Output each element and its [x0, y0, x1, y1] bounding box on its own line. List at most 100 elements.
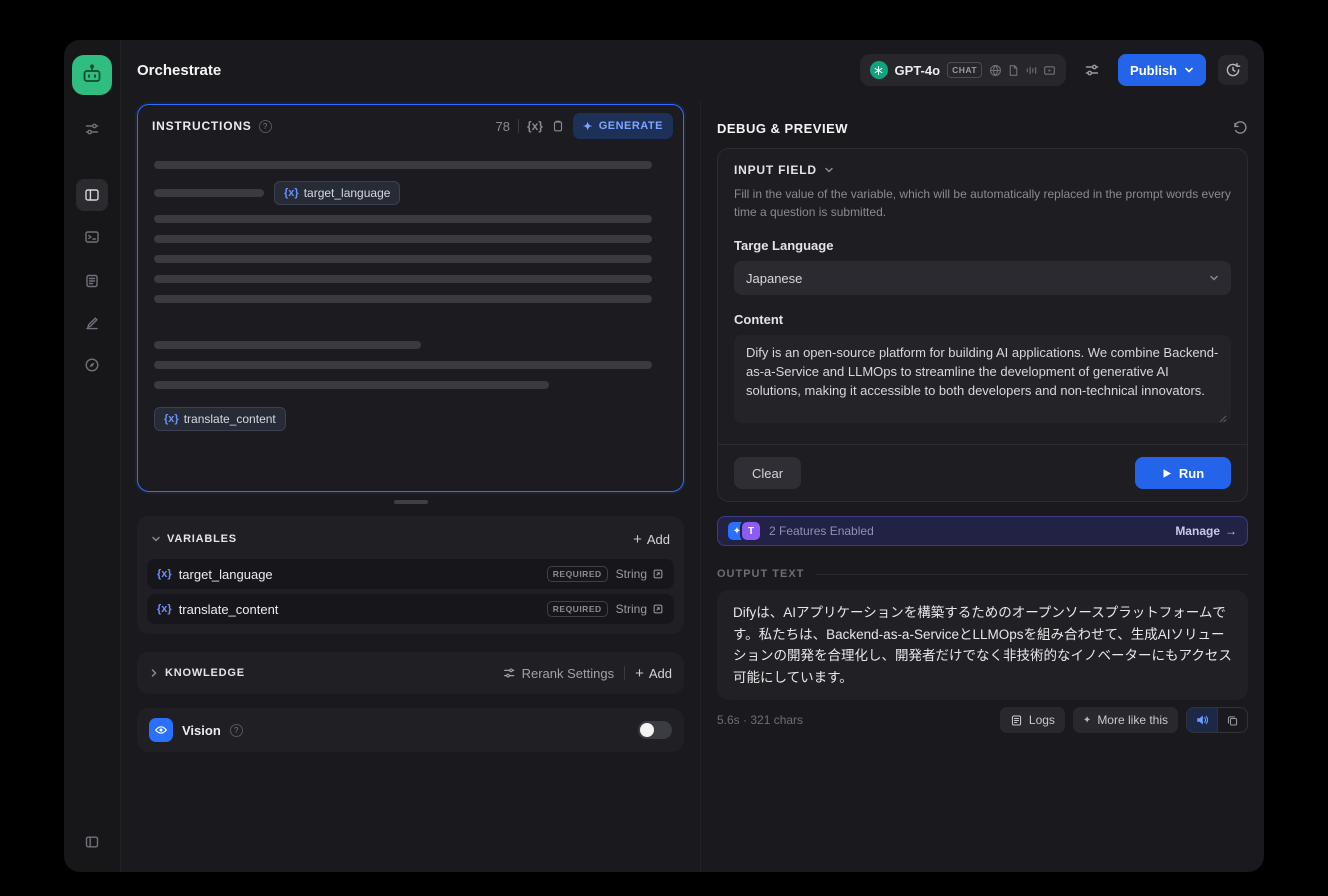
input-field-header[interactable]: INPUT FIELD	[734, 163, 1231, 177]
input-field-card: INPUT FIELD Fill in the value of the var…	[717, 148, 1248, 502]
resize-corner-icon[interactable]	[1219, 415, 1227, 423]
nav-orchestrate-icon[interactable]	[76, 179, 108, 211]
variable-type-control[interactable]: String	[616, 567, 664, 581]
prompt-line	[154, 275, 652, 283]
vision-section: Vision ?	[137, 708, 684, 752]
play-icon	[1163, 468, 1171, 478]
page-title: Orchestrate	[137, 61, 222, 79]
app-rail	[64, 40, 121, 872]
orchestrate-panel: INSTRUCTIONS ? 78 {x} ✦ GENERATE {x} tar…	[121, 100, 701, 872]
nav-annotation-icon[interactable]	[76, 307, 108, 339]
model-params-icon[interactable]	[1078, 56, 1106, 84]
nav-explore-icon[interactable]	[76, 349, 108, 381]
variable-row-target-language[interactable]: {x} target_language REQUIRED String	[147, 559, 674, 589]
history-icon	[1226, 62, 1241, 77]
publish-label: Publish	[1130, 62, 1177, 78]
speaker-button[interactable]	[1187, 708, 1217, 733]
debug-title: DEBUG & PREVIEW	[717, 120, 849, 136]
vision-help-icon[interactable]: ?	[229, 723, 243, 737]
variables-section: VARIABLES + Add {x} target_language REQU…	[137, 516, 684, 634]
model-name: GPT-4o	[894, 62, 941, 78]
output-text-title: OUTPUT TEXT	[717, 568, 805, 580]
instructions-help-icon[interactable]: ?	[258, 119, 272, 133]
robot-icon	[83, 64, 101, 82]
open-type-icon	[653, 569, 663, 579]
chevron-down-icon	[1185, 67, 1193, 73]
sparkle-icon: ✦	[582, 120, 593, 133]
arrow-right-icon: →	[1225, 524, 1237, 538]
prompt-line	[154, 341, 421, 349]
vision-toggle[interactable]	[638, 721, 672, 739]
type-label: String	[615, 602, 647, 616]
resize-handle[interactable]	[393, 500, 428, 504]
rerank-label: Rerank Settings	[521, 665, 615, 681]
model-capability-icons	[989, 64, 1056, 77]
variable-name: target_language	[178, 566, 273, 582]
manage-features-button[interactable]: Manage →	[1175, 524, 1237, 538]
collapse-sidebar-icon[interactable]	[76, 826, 108, 858]
prompt-line	[154, 295, 652, 303]
instructions-editor[interactable]: INSTRUCTIONS ? 78 {x} ✦ GENERATE {x} tar…	[137, 104, 684, 492]
plus-icon: +	[635, 664, 644, 682]
copy-output-button[interactable]	[1217, 708, 1247, 733]
variable-chip-target-language[interactable]: {x} target_language	[274, 181, 401, 205]
add-variable-button[interactable]: + Add	[633, 532, 670, 547]
globe-icon	[990, 64, 1002, 76]
chevron-down-icon	[1209, 273, 1219, 283]
copy-prompt-icon[interactable]	[551, 119, 565, 133]
more-like-this-button[interactable]: ✦ More like this	[1072, 707, 1178, 734]
app-window: Orchestrate GPT-4o CHAT Publish INSTRUCT…	[64, 40, 1264, 872]
variable-type-control[interactable]: String	[616, 602, 664, 616]
input-field-title: INPUT FIELD	[734, 163, 817, 177]
publish-button[interactable]: Publish	[1118, 54, 1206, 86]
divider	[816, 573, 1248, 575]
variable-name: translate_content	[178, 601, 279, 617]
features-enabled-text: 2 Features Enabled	[769, 524, 874, 538]
prompt-line	[154, 235, 652, 243]
insert-variable-icon[interactable]: {x}	[527, 119, 543, 133]
generate-button[interactable]: ✦ GENERATE	[572, 113, 673, 139]
file-icon	[1009, 64, 1018, 76]
content-textarea[interactable]	[734, 335, 1231, 423]
nav-logs-icon[interactable]	[76, 265, 108, 297]
model-mode-badge: CHAT	[947, 62, 983, 78]
nav-prompt-terminal-icon[interactable]	[76, 221, 108, 253]
history-button[interactable]	[1218, 55, 1248, 85]
language-select[interactable]: Japanese	[734, 261, 1231, 295]
variable-chip-translate-content[interactable]: {x} translate_content	[154, 407, 286, 431]
char-count: 78	[495, 118, 510, 134]
audio-actions	[1186, 707, 1248, 734]
prompt-line	[154, 381, 549, 389]
model-selector[interactable]: GPT-4o CHAT	[859, 54, 1067, 86]
restart-debug-icon[interactable]	[1232, 120, 1248, 136]
chevron-right-icon[interactable]	[149, 668, 159, 678]
output-text: Difyは、AIアプリケーションを構築するためのオープンソースプラットフォームで…	[733, 605, 1232, 685]
debug-panel: DEBUG & PREVIEW INPUT FIELD Fill in the …	[701, 100, 1264, 872]
plus-icon: +	[633, 530, 642, 548]
output-stats: 5.6s · 321 chars	[717, 713, 804, 728]
logs-label: Logs	[1028, 713, 1055, 728]
manage-label: Manage	[1175, 524, 1220, 538]
chevron-down-icon[interactable]	[151, 534, 161, 544]
rerank-settings-button[interactable]: Rerank Settings	[502, 665, 615, 681]
run-button[interactable]: Run	[1135, 457, 1231, 489]
prompt-line	[154, 189, 264, 197]
header: Orchestrate GPT-4o CHAT Publish	[121, 40, 1264, 100]
variable-prefix: {x}	[164, 413, 179, 425]
instructions-title: INSTRUCTIONS	[152, 119, 252, 133]
video-icon	[1044, 65, 1055, 75]
variable-prefix: {x}	[157, 603, 172, 615]
variable-prefix: {x}	[284, 187, 299, 199]
vision-eye-icon	[149, 718, 173, 742]
add-knowledge-button[interactable]: + Add	[635, 666, 672, 681]
clear-button[interactable]: Clear	[734, 457, 802, 489]
knowledge-title: KNOWLEDGE	[165, 667, 245, 679]
app-avatar-robot[interactable]	[72, 55, 112, 95]
knowledge-section: KNOWLEDGE Rerank Settings + Add	[137, 652, 684, 694]
prompt-content[interactable]: {x} target_language {x} translate_conten…	[138, 147, 683, 491]
feature-tts-icon: T	[742, 522, 760, 540]
variable-row-translate-content[interactable]: {x} translate_content REQUIRED String	[147, 594, 674, 624]
app-settings-icon[interactable]	[76, 113, 108, 145]
logs-button[interactable]: Logs	[999, 707, 1065, 734]
copy-icon	[1227, 716, 1238, 726]
